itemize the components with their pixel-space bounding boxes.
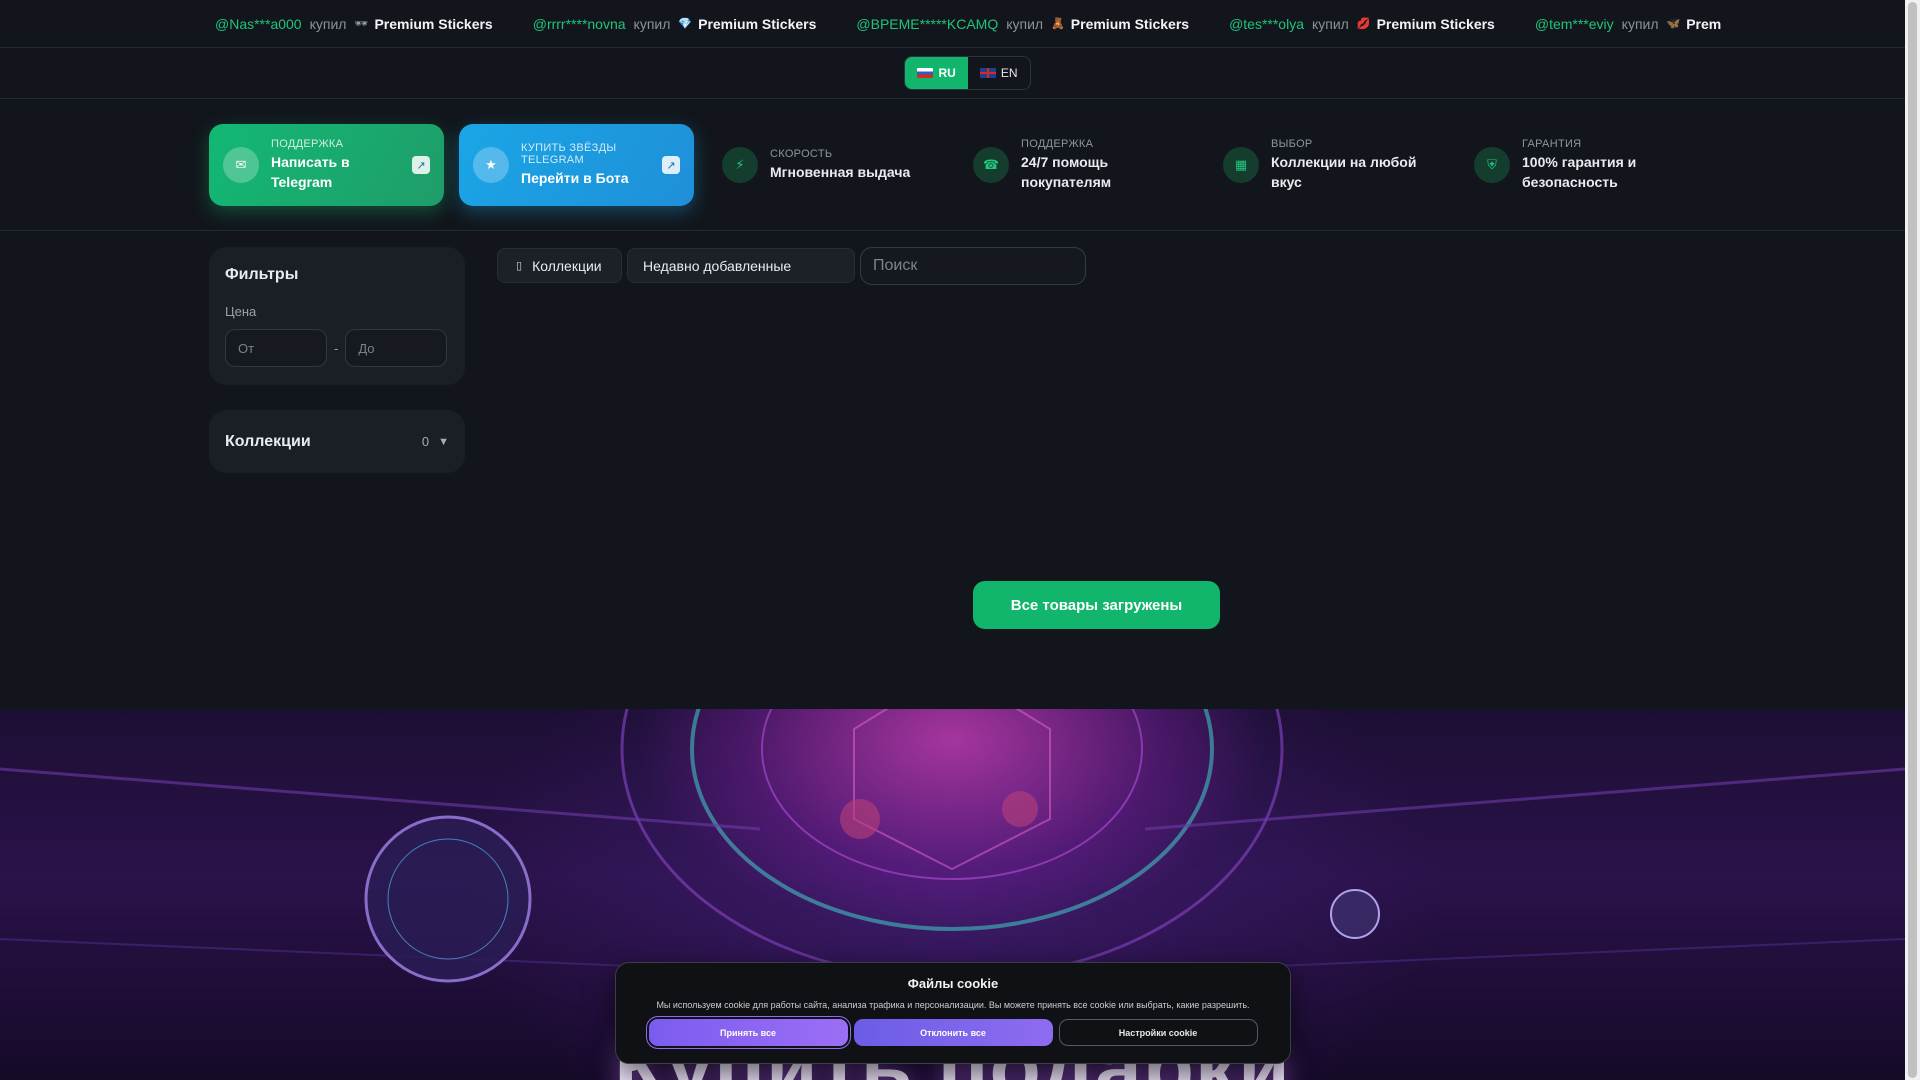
ticker-user: @Nas***a000 — [215, 15, 302, 32]
filters-title: Фильтры — [225, 266, 299, 283]
bot-card-caption: КУПИТЬ ЗВЁЗДЫ TELEGRAM — [521, 142, 617, 166]
price-to-input[interactable] — [345, 329, 448, 367]
teddy-bear-icon: 🧸 — [1051, 18, 1065, 30]
collections-count: 0 — [421, 434, 430, 449]
feature-guarantee-title: 100% гарантия и безопасность — [1522, 154, 1637, 190]
feature-speed-caption: СКОРОСТЬ — [770, 148, 833, 160]
cookie-settings-button[interactable]: Настройки cookie — [1058, 1019, 1258, 1046]
lang-en-label: EN — [1000, 66, 1018, 80]
all-loaded-button[interactable]: Все товары загружены — [973, 581, 1220, 629]
support-card-caption: ПОДДЕРЖКА — [271, 138, 344, 150]
ticker-product: Prem — [1686, 15, 1722, 32]
grid-icon: ▦ — [1223, 147, 1259, 183]
features-strip: ✉ ПОДДЕРЖКА Написать в Telegram ↗ ★ КУПИ… — [0, 100, 1905, 231]
lips-icon: 💋 — [1356, 18, 1371, 30]
filters-panel: Фильтры Цена - — [209, 247, 465, 385]
feature-choice: ▦ ВЫБОР Коллекции на любой вкус — [1223, 124, 1423, 206]
ticker-item: @rrrr****novna купил 💎 Premium Stickers — [533, 16, 817, 32]
lang-en-button[interactable]: EN — [968, 57, 1030, 89]
price-from-input[interactable] — [225, 329, 327, 367]
feature-choice-title: Коллекции на любой вкус — [1271, 154, 1417, 190]
ticker-item: @tem***eviy купил 🦋 Prem — [1535, 16, 1721, 32]
feature-support: ☎ ПОДДЕРЖКА 24/7 помощь покупателям — [973, 124, 1173, 206]
feature-speed: ⚡ СКОРОСТЬ Мгновенная выдача — [722, 124, 922, 206]
headset-icon: ☎ — [973, 147, 1009, 183]
ticker-verb: купил — [1006, 15, 1044, 32]
external-link-icon: ↗ — [662, 156, 680, 174]
ticker-item: @ВРЕМЕ*****KCAMQ купил 🧸 Premium Sticker… — [856, 16, 1189, 32]
feature-support-caption: ПОДДЕРЖКА — [1021, 138, 1094, 150]
price-dash: - — [334, 340, 339, 356]
sort-select-value: Недавно добавленные — [643, 257, 792, 274]
ticker-item: @tes***olya купил 💋 Premium Stickers — [1229, 16, 1495, 32]
ticker-verb: купил — [1312, 15, 1349, 32]
cookie-text: Мы используем cookie для работы сайта, а… — [656, 1000, 1250, 1010]
search-input[interactable] — [860, 247, 1086, 285]
feature-guarantee: ⛨ ГАРАНТИЯ 100% гарантия и безопасность — [1474, 124, 1674, 206]
ticker-product: Premium Stickers — [374, 15, 493, 32]
page-scrollbar[interactable] — [1905, 0, 1920, 1080]
shield-icon: ⛨ — [1474, 147, 1510, 183]
support-card-title: Написать в Telegram — [271, 154, 350, 190]
cookie-accept-button[interactable]: Принять все — [648, 1019, 848, 1046]
russia-flag-icon — [917, 68, 934, 78]
bot-card-title: Перейти в Бота — [521, 170, 629, 186]
support-telegram-card[interactable]: ✉ ПОДДЕРЖКА Написать в Telegram ↗ — [209, 124, 444, 206]
scrollbar-thumb[interactable] — [1908, 2, 1917, 1078]
collections-title: Коллекции — [225, 432, 311, 450]
feature-choice-caption: ВЫБОР — [1271, 138, 1313, 150]
ticker-item: @Nas***a000 купил 🕶 Premium Stickers — [215, 16, 493, 32]
ticker-product: Premium Stickers — [698, 15, 817, 32]
bolt-icon: ⚡ — [722, 147, 758, 183]
diamond-icon: 💎 — [678, 18, 693, 30]
ticker-verb: купил — [309, 15, 347, 32]
sunglasses-icon: 🕶 — [354, 18, 369, 30]
cookie-title: Файлы cookie — [907, 976, 999, 991]
purchase-ticker: @Nas***a000 купил 🕶 Premium Stickers @rr… — [0, 0, 1905, 48]
feature-support-title: 24/7 помощь покупателям — [1021, 154, 1112, 190]
lang-ru-button[interactable]: RU — [905, 57, 968, 89]
ticker-user: @ВРЕМЕ*****KCAMQ — [856, 15, 999, 32]
ticker-user: @rrrr****novna — [532, 15, 626, 32]
collections-icon: ▯ — [516, 260, 523, 272]
ticker-verb: купил — [633, 15, 671, 32]
external-link-icon: ↗ — [412, 156, 430, 174]
feature-speed-title: Мгновенная выдача — [770, 164, 911, 180]
star-icon: ★ — [473, 147, 509, 183]
uk-flag-icon — [979, 68, 996, 78]
cookie-banner: Файлы cookie Мы используем cookie для ра… — [615, 962, 1291, 1064]
ticker-user: @tes***olya — [1229, 15, 1304, 32]
collections-button[interactable]: ▯ Коллекции — [497, 248, 622, 283]
ticker-product: Premium Stickers — [1070, 15, 1190, 32]
buy-stars-bot-card[interactable]: ★ КУПИТЬ ЗВЁЗДЫ TELEGRAM Перейти в Бота … — [459, 124, 694, 206]
sort-select[interactable]: Недавно добавленные — [627, 248, 855, 283]
collections-button-label: Коллекции — [532, 257, 602, 274]
chat-icon: ✉ — [223, 147, 259, 183]
ticker-verb: купил — [1621, 15, 1659, 32]
butterfly-icon: 🦋 — [1666, 18, 1681, 30]
price-label: Цена — [225, 304, 257, 319]
collections-dropdown[interactable]: Коллекции 0 ▼ — [209, 410, 465, 473]
ticker-user: @tem***eviy — [1534, 15, 1614, 32]
language-switch: RU EN — [904, 56, 1031, 90]
cookie-reject-button[interactable]: Отклонить все — [853, 1019, 1053, 1046]
lang-ru-label: RU — [938, 66, 956, 80]
language-bar: RU EN — [0, 48, 1905, 99]
ticker-product: Premium Stickers — [1376, 15, 1495, 32]
chevron-down-icon: ▼ — [438, 435, 449, 448]
feature-guarantee-caption: ГАРАНТИЯ — [1522, 138, 1582, 150]
